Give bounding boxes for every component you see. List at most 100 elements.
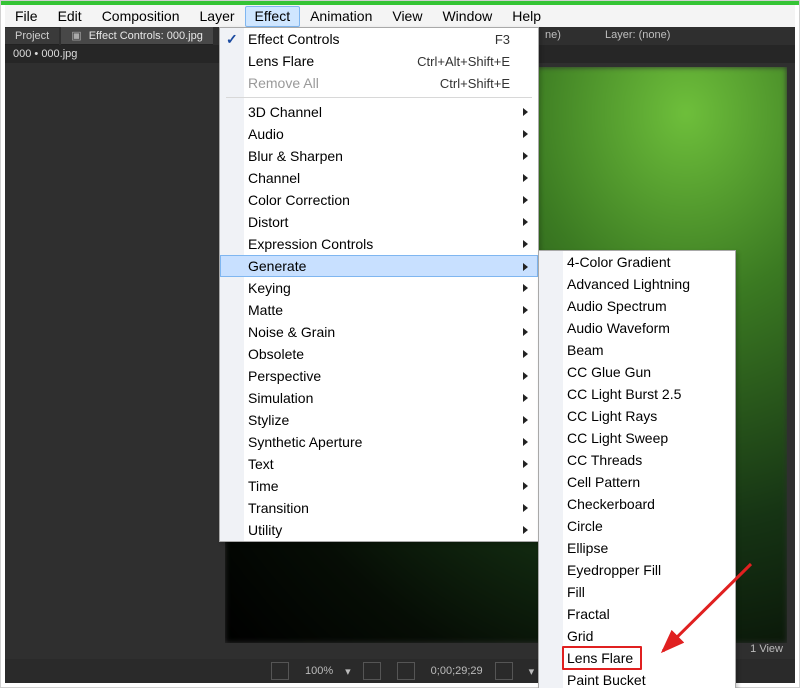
zoom-level[interactable]: 100%: [305, 665, 333, 677]
menuitem-label: Transition: [248, 500, 309, 516]
menuitem-label: Fractal: [567, 606, 610, 622]
menuitem-stylize[interactable]: Stylize: [220, 409, 538, 431]
menuitem-label: Matte: [248, 302, 283, 318]
menuitem-label: Synthetic Aperture: [248, 434, 362, 450]
submenuitem-cc-light-rays[interactable]: CC Light Rays: [539, 405, 735, 427]
menuitem-label: Stylize: [248, 412, 289, 428]
annotation-arrow: [651, 556, 761, 661]
menuitem-keying[interactable]: Keying: [220, 277, 538, 299]
effect-dropdown-menu: ✓ Effect Controls F3 Lens Flare Ctrl+Alt…: [219, 27, 539, 542]
menuitem-label: CC Light Rays: [567, 408, 657, 424]
menuitem-label: Grid: [567, 628, 593, 644]
layer-label-partial: ne): [545, 29, 561, 41]
mask-icon[interactable]: [397, 662, 415, 680]
submenuitem-beam[interactable]: Beam: [539, 339, 735, 361]
menuitem-label: CC Threads: [567, 452, 642, 468]
menuitem-label: Noise & Grain: [248, 324, 335, 340]
menu-view[interactable]: View: [382, 6, 432, 27]
menuitem-expression-controls[interactable]: Expression Controls: [220, 233, 538, 255]
menuitem-perspective[interactable]: Perspective: [220, 365, 538, 387]
menuitem-simulation[interactable]: Simulation: [220, 387, 538, 409]
chevron-down-icon[interactable]: ▾: [529, 665, 535, 678]
menuitem-label: Text: [248, 456, 274, 472]
menu-window[interactable]: Window: [432, 6, 502, 27]
menu-composition[interactable]: Composition: [92, 6, 190, 27]
menu-separator: [226, 97, 532, 98]
menuitem-label: 4-Color Gradient: [567, 254, 671, 270]
menu-layer[interactable]: Layer: [190, 6, 245, 27]
menuitem-label: Lens Flare: [248, 53, 314, 69]
submenuitem-audio-waveform[interactable]: Audio Waveform: [539, 317, 735, 339]
menuitem-utility[interactable]: Utility: [220, 519, 538, 541]
menuitem-label: Audio Spectrum: [567, 298, 667, 314]
menuitem-label: Remove All: [248, 75, 319, 91]
chevron-down-icon[interactable]: ▾: [345, 665, 351, 678]
menu-help[interactable]: Help: [502, 6, 551, 27]
menuitem-generate[interactable]: Generate: [220, 255, 538, 277]
menuitem-label: Ellipse: [567, 540, 608, 556]
menuitem-channel[interactable]: Channel: [220, 167, 538, 189]
menuitem-label: Color Correction: [248, 192, 350, 208]
annotation-highlight-lens-flare: [562, 646, 642, 670]
submenuitem-4-color-gradient[interactable]: 4-Color Gradient: [539, 251, 735, 273]
menuitem-synthetic-aperture[interactable]: Synthetic Aperture: [220, 431, 538, 453]
tab-effect-controls[interactable]: ▣ Effect Controls: 000.jpg: [61, 27, 213, 45]
status-icon[interactable]: [271, 662, 289, 680]
menuitem-label: Utility: [248, 522, 282, 538]
menuitem-label: CC Light Sweep: [567, 430, 668, 446]
submenuitem-audio-spectrum[interactable]: Audio Spectrum: [539, 295, 735, 317]
submenuitem-cell-pattern[interactable]: Cell Pattern: [539, 471, 735, 493]
menuitem-label: Circle: [567, 518, 603, 534]
menuitem-matte[interactable]: Matte: [220, 299, 538, 321]
menuitem-text[interactable]: Text: [220, 453, 538, 475]
menuitem-label: Time: [248, 478, 279, 494]
menu-bar: File Edit Composition Layer Effect Anima…: [5, 5, 795, 28]
menuitem-shortcut: Ctrl+Shift+E: [440, 76, 510, 91]
menuitem-obsolete[interactable]: Obsolete: [220, 343, 538, 365]
timecode[interactable]: 0;00;29;29: [431, 665, 483, 677]
submenuitem-paint-bucket[interactable]: Paint Bucket: [539, 669, 735, 688]
menuitem-lens-flare-recent[interactable]: Lens Flare Ctrl+Alt+Shift+E: [220, 50, 538, 72]
menuitem-label: Channel: [248, 170, 300, 186]
submenuitem-checkerboard[interactable]: Checkerboard: [539, 493, 735, 515]
menuitem-color-correction[interactable]: Color Correction: [220, 189, 538, 211]
close-icon[interactable]: ▣: [71, 30, 81, 42]
app-window: File Edit Composition Layer Effect Anima…: [0, 0, 800, 688]
menuitem-label: Obsolete: [248, 346, 304, 362]
grid-icon[interactable]: [363, 662, 381, 680]
menuitem-effect-controls[interactable]: ✓ Effect Controls F3: [220, 28, 538, 50]
menu-animation[interactable]: Animation: [300, 6, 382, 27]
menuitem-label: Distort: [248, 214, 288, 230]
menu-edit[interactable]: Edit: [48, 6, 92, 27]
menu-effect[interactable]: Effect: [245, 6, 301, 27]
menuitem-label: Beam: [567, 342, 604, 358]
menuitem-3d-channel[interactable]: 3D Channel: [220, 101, 538, 123]
menuitem-time[interactable]: Time: [220, 475, 538, 497]
check-icon: ✓: [226, 31, 238, 48]
menuitem-label: Expression Controls: [248, 236, 373, 252]
tab-effect-controls-label: Effect Controls: 000.jpg: [89, 30, 203, 42]
menuitem-label: Fill: [567, 584, 585, 600]
submenuitem-cc-light-sweep[interactable]: CC Light Sweep: [539, 427, 735, 449]
menu-file[interactable]: File: [5, 6, 48, 27]
menuitem-label: 3D Channel: [248, 104, 322, 120]
submenuitem-circle[interactable]: Circle: [539, 515, 735, 537]
submenuitem-cc-glue-gun[interactable]: CC Glue Gun: [539, 361, 735, 383]
menuitem-blur-sharpen[interactable]: Blur & Sharpen: [220, 145, 538, 167]
menuitem-transition[interactable]: Transition: [220, 497, 538, 519]
menuitem-noise-grain[interactable]: Noise & Grain: [220, 321, 538, 343]
camera-icon[interactable]: [495, 662, 513, 680]
layer-label: Layer: (none): [605, 29, 670, 41]
menuitem-label: Keying: [248, 280, 291, 296]
tab-project[interactable]: Project: [5, 28, 59, 45]
menuitem-label: Cell Pattern: [567, 474, 640, 490]
menuitem-label: Effect Controls: [248, 31, 340, 47]
submenuitem-advanced-lightning[interactable]: Advanced Lightning: [539, 273, 735, 295]
menuitem-distort[interactable]: Distort: [220, 211, 538, 233]
menuitem-label: Generate: [248, 258, 306, 274]
menuitem-label: Audio: [248, 126, 284, 142]
menuitem-audio[interactable]: Audio: [220, 123, 538, 145]
submenuitem-cc-threads[interactable]: CC Threads: [539, 449, 735, 471]
submenuitem-cc-light-burst-2-5[interactable]: CC Light Burst 2.5: [539, 383, 735, 405]
menuitem-label: CC Light Burst 2.5: [567, 386, 681, 402]
